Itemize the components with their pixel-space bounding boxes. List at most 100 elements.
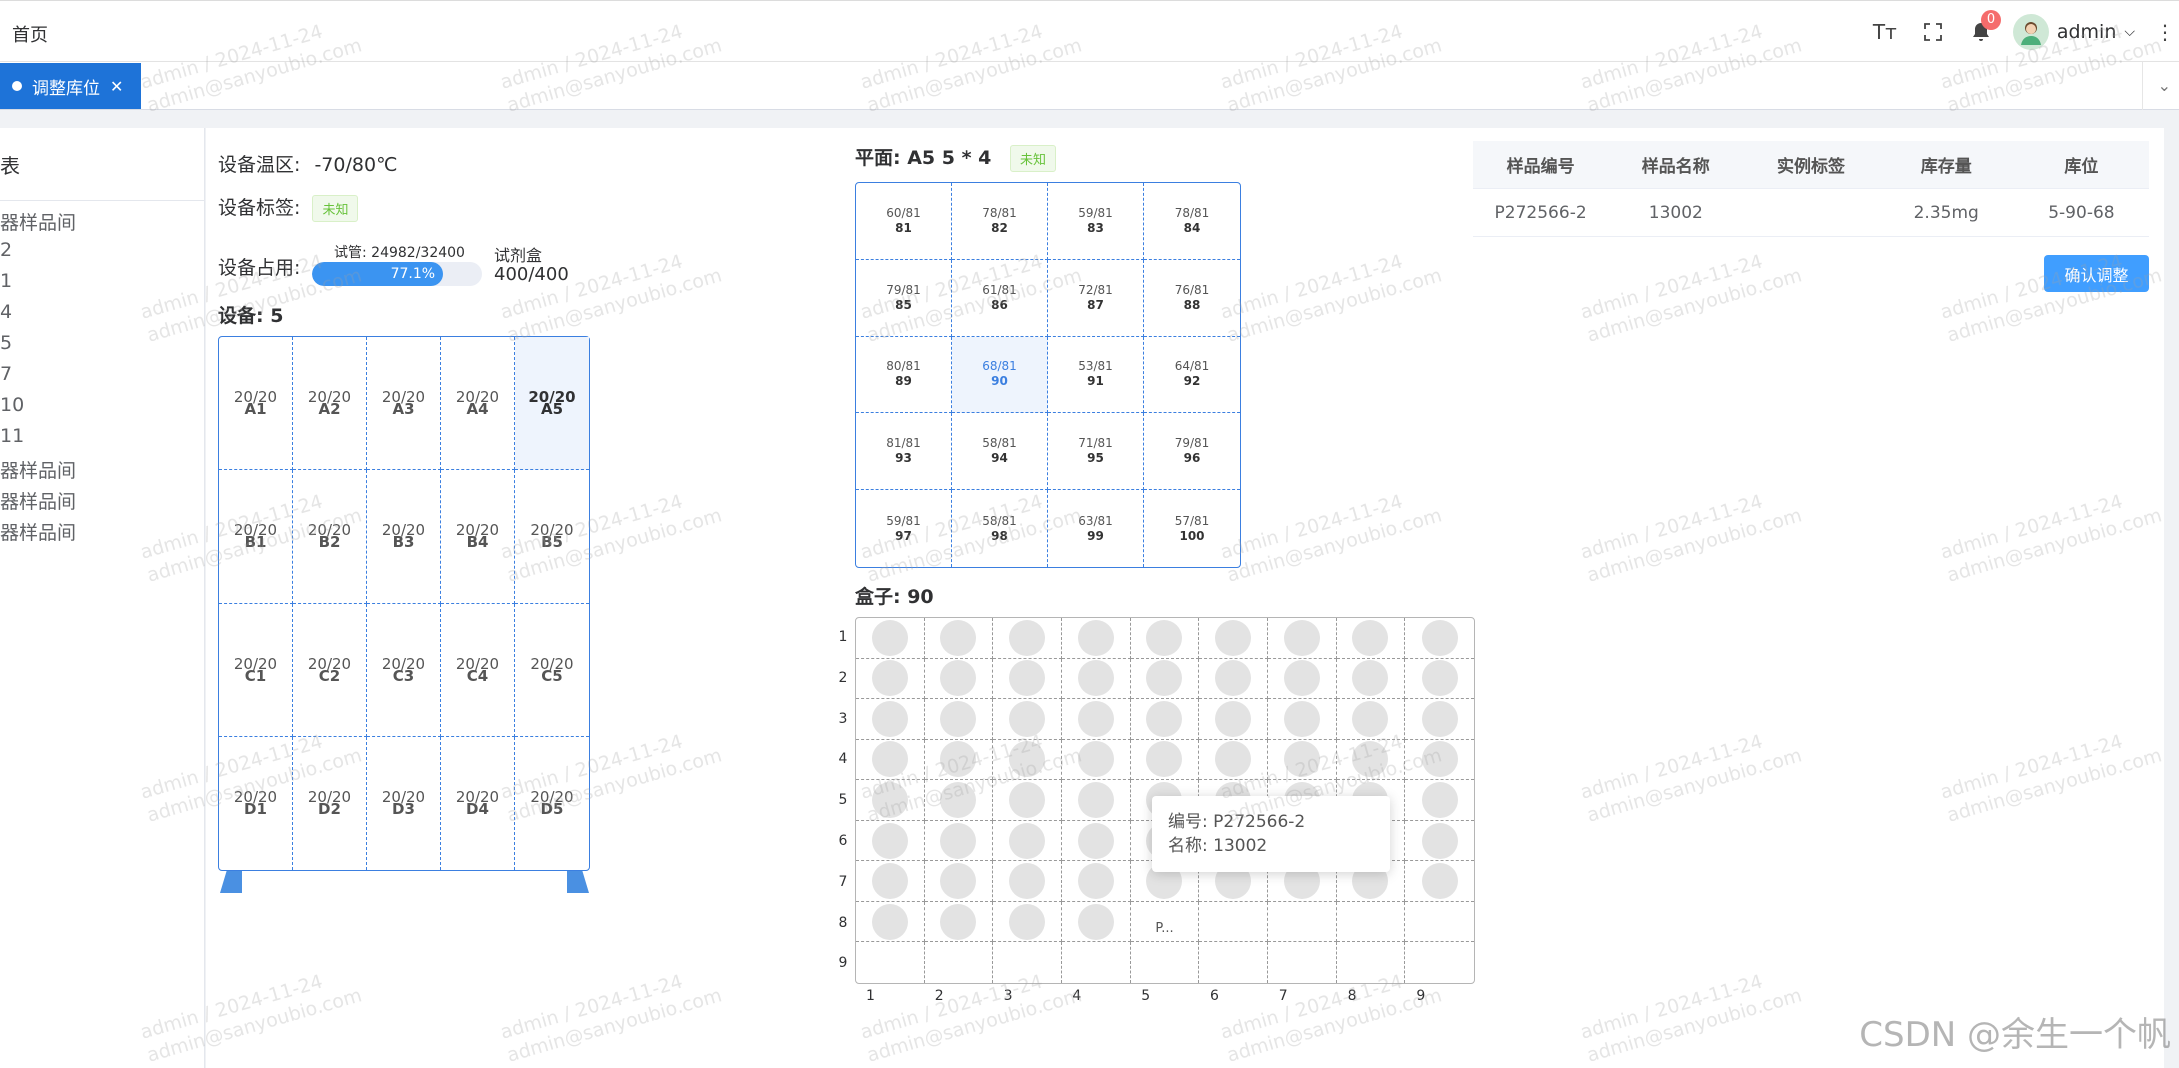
box-slot[interactable] — [924, 739, 994, 781]
box-slot[interactable] — [1405, 821, 1474, 862]
box-slot[interactable] — [1199, 618, 1268, 659]
box-slot[interactable] — [993, 739, 1062, 781]
box-slot[interactable] — [925, 942, 994, 983]
box-slot[interactable] — [1405, 659, 1474, 700]
plane-cell[interactable]: 72/81 87 — [1048, 259, 1144, 337]
box-slot[interactable] — [1336, 901, 1406, 943]
chevron-down-icon[interactable]: ⌄ — [2158, 76, 2171, 95]
box-slot[interactable] — [1405, 618, 1474, 659]
device-cell[interactable]: 20/20 C1 — [219, 603, 293, 737]
sidebar-item[interactable]: 器样品间 — [0, 487, 76, 514]
close-icon[interactable]: ✕ — [110, 77, 123, 96]
box-slot[interactable] — [1062, 942, 1131, 983]
plane-cell[interactable]: 68/81 90 — [952, 336, 1048, 414]
box-slot[interactable] — [924, 780, 994, 821]
box-slot[interactable] — [1061, 901, 1131, 943]
font-size-icon[interactable]: Tт — [1861, 1, 1909, 63]
box-slot[interactable] — [993, 861, 1062, 902]
box-slot[interactable] — [1130, 699, 1200, 740]
box-slot[interactable] — [856, 618, 925, 659]
box-slot[interactable] — [924, 861, 994, 902]
device-cell[interactable]: 20/20 A1 — [219, 337, 293, 471]
plane-cell[interactable]: 78/81 82 — [952, 183, 1048, 260]
box-slot[interactable] — [856, 739, 925, 781]
box-slot[interactable] — [1337, 942, 1406, 983]
plane-cell[interactable]: 78/81 84 — [1144, 183, 1240, 260]
device-cell[interactable]: 20/20 D3 — [367, 736, 441, 870]
plane-cell[interactable]: 80/81 89 — [856, 336, 952, 414]
box-slot[interactable] — [924, 699, 994, 740]
box-slot[interactable] — [993, 699, 1062, 740]
box-slot[interactable] — [1061, 780, 1131, 821]
box-slot[interactable] — [1405, 780, 1474, 821]
device-cell[interactable]: 20/20 B2 — [293, 470, 367, 604]
box-slot[interactable] — [993, 820, 1062, 862]
box-slot[interactable] — [1130, 658, 1200, 700]
box-slot[interactable] — [1405, 942, 1474, 983]
device-cell[interactable]: 20/20 D2 — [293, 736, 367, 870]
box-slot[interactable] — [1131, 942, 1200, 983]
box-slot[interactable] — [1405, 740, 1474, 781]
box-slot[interactable] — [1199, 901, 1268, 943]
sidebar-item[interactable]: 器样品间 — [0, 456, 76, 483]
box-slot[interactable]: P... — [1130, 901, 1200, 943]
box-slot[interactable] — [1405, 861, 1474, 902]
plane-cell[interactable]: 79/81 96 — [1144, 413, 1240, 491]
box-slot[interactable] — [993, 901, 1062, 943]
plane-cell[interactable]: 61/81 86 — [952, 259, 1048, 337]
device-cell[interactable]: 20/20 A4 — [441, 337, 515, 471]
plane-cell[interactable]: 57/81 100 — [1144, 490, 1240, 567]
box-slot[interactable] — [856, 699, 925, 740]
box-slot[interactable] — [856, 861, 925, 902]
box-slot[interactable] — [993, 942, 1062, 983]
plane-cell[interactable]: 64/81 92 — [1144, 337, 1240, 414]
box-slot[interactable] — [1130, 618, 1200, 659]
sidebar-item[interactable]: 2 — [0, 239, 12, 261]
box-slot[interactable] — [1336, 739, 1406, 781]
box-slot[interactable] — [1268, 942, 1337, 983]
box-slot[interactable] — [993, 658, 1062, 700]
plane-cell[interactable]: 59/81 83 — [1048, 183, 1144, 260]
device-cell[interactable]: 20/20 C2 — [293, 603, 367, 737]
device-cell[interactable]: 20/20 D4 — [441, 736, 515, 870]
box-slot[interactable] — [1336, 658, 1406, 700]
table-row[interactable]: P272566-2 13002 2.35mg 5-90-68 — [1473, 189, 2149, 237]
box-slot[interactable] — [856, 658, 925, 700]
plane-cell[interactable]: 59/81 97 — [856, 490, 952, 567]
tab-adjust-location[interactable]: 调整库位 ✕ — [0, 63, 141, 109]
box-slot[interactable] — [1061, 861, 1131, 902]
sidebar-item[interactable]: 7 — [0, 363, 12, 385]
box-slot[interactable] — [1267, 658, 1337, 700]
sidebar-item[interactable]: 器样品间 — [0, 208, 76, 235]
box-slot[interactable] — [924, 901, 994, 943]
device-cell[interactable]: 20/20 A2 — [293, 337, 367, 471]
plane-cell[interactable]: 63/81 99 — [1048, 490, 1144, 567]
device-cell[interactable]: 20/20 B5 — [515, 470, 589, 604]
box-slot[interactable] — [1061, 699, 1131, 740]
plane-cell[interactable]: 53/81 91 — [1048, 336, 1144, 414]
box-slot[interactable] — [1267, 901, 1337, 943]
box-slot[interactable] — [1061, 739, 1131, 781]
more-vertical-icon[interactable]: ⋮ — [2151, 1, 2179, 63]
box-slot[interactable] — [856, 780, 925, 821]
device-cell[interactable]: 20/20 C3 — [367, 603, 441, 737]
bell-icon[interactable]: 0 — [1957, 1, 2005, 63]
device-cell[interactable]: 20/20 B3 — [367, 470, 441, 604]
confirm-adjust-button[interactable]: 确认调整 — [2044, 255, 2149, 292]
box-slot[interactable] — [1267, 699, 1337, 740]
box-slot[interactable] — [1061, 820, 1131, 862]
box-slot[interactable] — [924, 618, 994, 659]
box-slot[interactable] — [924, 658, 994, 700]
box-slot[interactable] — [993, 780, 1062, 821]
box-slot[interactable] — [1336, 699, 1406, 740]
sidebar-item[interactable]: 器样品间 — [0, 518, 76, 545]
sidebar-item[interactable]: 5 — [0, 332, 12, 354]
box-slot[interactable] — [1405, 902, 1474, 943]
sidebar-item[interactable]: 1 — [0, 270, 12, 292]
device-cell[interactable]: 20/20 B4 — [441, 470, 515, 604]
device-cell[interactable]: 20/20 B1 — [219, 470, 293, 604]
box-slot[interactable] — [1130, 739, 1200, 781]
plane-cell[interactable]: 79/81 85 — [856, 259, 952, 337]
box-slot[interactable] — [856, 942, 925, 983]
breadcrumb-home[interactable]: 首页 — [12, 21, 48, 47]
